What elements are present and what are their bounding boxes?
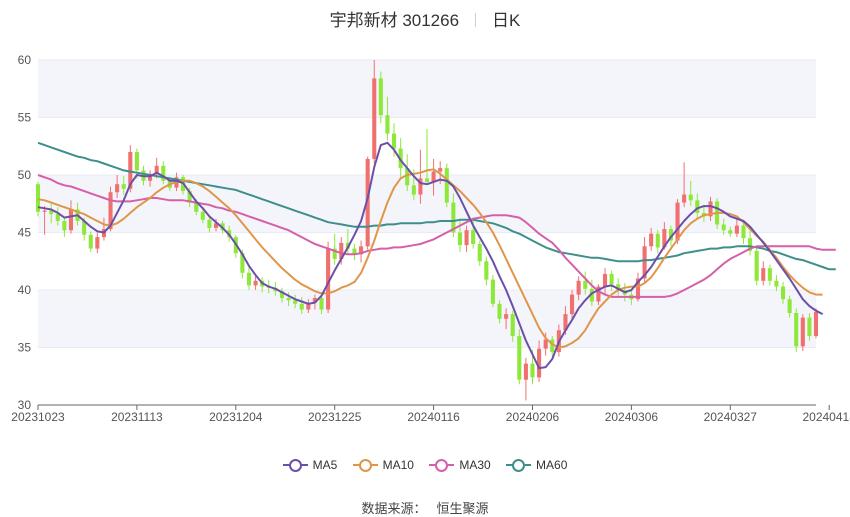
candle-body (471, 230, 476, 244)
candle-body (602, 273, 608, 287)
candle-body (609, 273, 614, 285)
candle-body (385, 115, 390, 134)
x-tick-label: 20240418 (802, 410, 850, 424)
candle-body (299, 303, 304, 310)
candle-body (675, 202, 680, 241)
candle-body (411, 185, 416, 195)
data-source-value: 恒生聚源 (436, 501, 489, 516)
candle-body (794, 313, 799, 347)
candle-body (62, 221, 67, 231)
candle-body (530, 363, 535, 378)
candle-body (570, 294, 575, 315)
candle-body (761, 268, 766, 281)
x-tick-label: 20231225 (308, 410, 362, 424)
legend-item-ma5[interactable]: MA5 (282, 458, 338, 472)
candle-body (813, 311, 819, 336)
legend-label-ma30: MA30 (459, 458, 491, 472)
candle-body (754, 250, 759, 281)
candle-body (774, 280, 779, 287)
legend-label-ma5: MA5 (312, 458, 338, 472)
candle-body (504, 314, 509, 319)
candle-body (207, 219, 212, 228)
candle-body (807, 317, 812, 336)
legend-item-ma30[interactable]: MA30 (429, 458, 491, 472)
candle-body (391, 133, 397, 149)
candle-body (477, 244, 482, 262)
y-tick-label: 35 (18, 341, 32, 355)
x-tick-label: 20240116 (407, 410, 460, 424)
legend-item-ma60[interactable]: MA60 (506, 458, 567, 472)
grid-band (38, 290, 816, 348)
legend-label-ma60: MA60 (536, 458, 568, 472)
legend-label-ma10: MA10 (382, 458, 414, 472)
y-tick-label: 40 (18, 283, 32, 297)
candle-body (253, 280, 258, 286)
candle-body (649, 233, 654, 247)
candle-body (55, 214, 60, 221)
candle-body (424, 178, 430, 182)
candle-body (444, 168, 449, 203)
grid-band (38, 60, 816, 118)
candle-body (319, 298, 324, 310)
candle-body (497, 303, 502, 319)
candle-body (457, 232, 463, 246)
candle-body (510, 314, 515, 336)
y-tick-label: 50 (18, 168, 32, 182)
candle-body (378, 78, 383, 116)
candle-body (523, 363, 528, 380)
data-source: 数据来源： 恒生聚源 (0, 498, 850, 517)
candle-body (115, 184, 120, 193)
candle-body (372, 78, 377, 159)
candle-body (682, 194, 687, 203)
candle-body (95, 237, 100, 249)
candle-body (200, 211, 205, 220)
x-tick-label: 20231113 (111, 410, 163, 424)
candle-body (42, 210, 47, 212)
candle-body (721, 224, 726, 231)
candle-body (484, 261, 489, 280)
candle-body (800, 317, 805, 347)
y-tick-label: 45 (18, 226, 32, 240)
candle-body (655, 233, 660, 248)
candle-body (695, 200, 700, 213)
candle-body (787, 299, 792, 313)
candle-body (688, 194, 693, 201)
candle-body (734, 225, 739, 234)
candle-body (490, 279, 495, 304)
y-tick-label: 55 (18, 111, 32, 125)
x-tick-label: 20240306 (605, 410, 659, 424)
candle-body (246, 272, 252, 286)
candle-body (438, 168, 443, 172)
legend-swatch-ma10 (352, 458, 378, 472)
candle-body (286, 298, 291, 301)
x-tick-label: 20231204 (209, 410, 263, 424)
candle-body (88, 234, 93, 249)
candle-body (741, 225, 746, 239)
candle-body (464, 230, 469, 246)
candle-body (728, 230, 733, 234)
candle-body (121, 184, 126, 189)
data-source-label: 数据来源： (361, 501, 427, 516)
candle-body (576, 280, 581, 295)
legend-swatch-ma60 (506, 458, 532, 472)
candle-body (68, 209, 74, 231)
candle-body (583, 280, 588, 289)
candle-body (517, 336, 522, 380)
legend-swatch-ma5 (282, 458, 308, 472)
x-tick-label: 20240327 (704, 410, 758, 424)
candle-body (134, 152, 139, 171)
candlestick-chart: 3035404550556020231023 20231113 20231204 20… (11, 53, 850, 424)
chart-legend: MA5 MA10 MA30 MA60 (0, 458, 850, 475)
y-tick-label: 60 (18, 53, 32, 67)
legend-item-ma10[interactable]: MA10 (352, 458, 414, 472)
candle-body (293, 300, 298, 304)
legend-swatch-ma30 (429, 458, 455, 472)
x-tick-label: 20240206 (506, 410, 560, 424)
candle-body (780, 286, 786, 300)
x-tick-label: 20231023 (11, 410, 65, 424)
candle-body (767, 268, 772, 281)
